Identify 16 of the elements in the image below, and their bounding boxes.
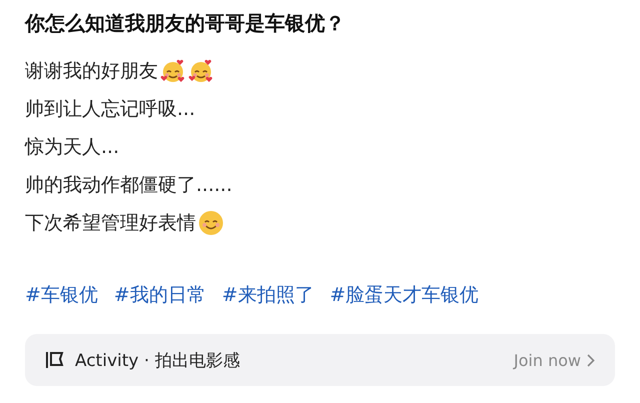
post-text-line: 下次希望管理好表情: [25, 211, 196, 236]
post-text-line: 谢谢我的好朋友: [25, 59, 158, 84]
activity-label: Activity · 拍出电影感: [75, 350, 240, 372]
hashtag-link[interactable]: #来拍照了: [222, 282, 314, 308]
smiling-face-with-hearts-icon: [160, 58, 186, 84]
hashtag-link[interactable]: #我的日常: [114, 282, 206, 308]
post-text-line: 帅到让人忘记呼吸...: [25, 97, 196, 122]
post-text-line: 惊为天人...: [25, 135, 120, 160]
chevron-right-icon: [587, 354, 595, 366]
hashtag-link[interactable]: #脸蛋天才车银优: [330, 282, 479, 308]
smiling-face-icon: [198, 210, 224, 236]
post-title: 你怎么知道我朋友的哥哥是车银优？: [25, 10, 346, 37]
smiling-face-with-hearts-icon: [188, 58, 214, 84]
post-text-line: 帅的我动作都僵硬了......: [25, 173, 232, 198]
flag-icon: [45, 351, 65, 369]
hashtag-link[interactable]: #车银优: [25, 282, 98, 308]
